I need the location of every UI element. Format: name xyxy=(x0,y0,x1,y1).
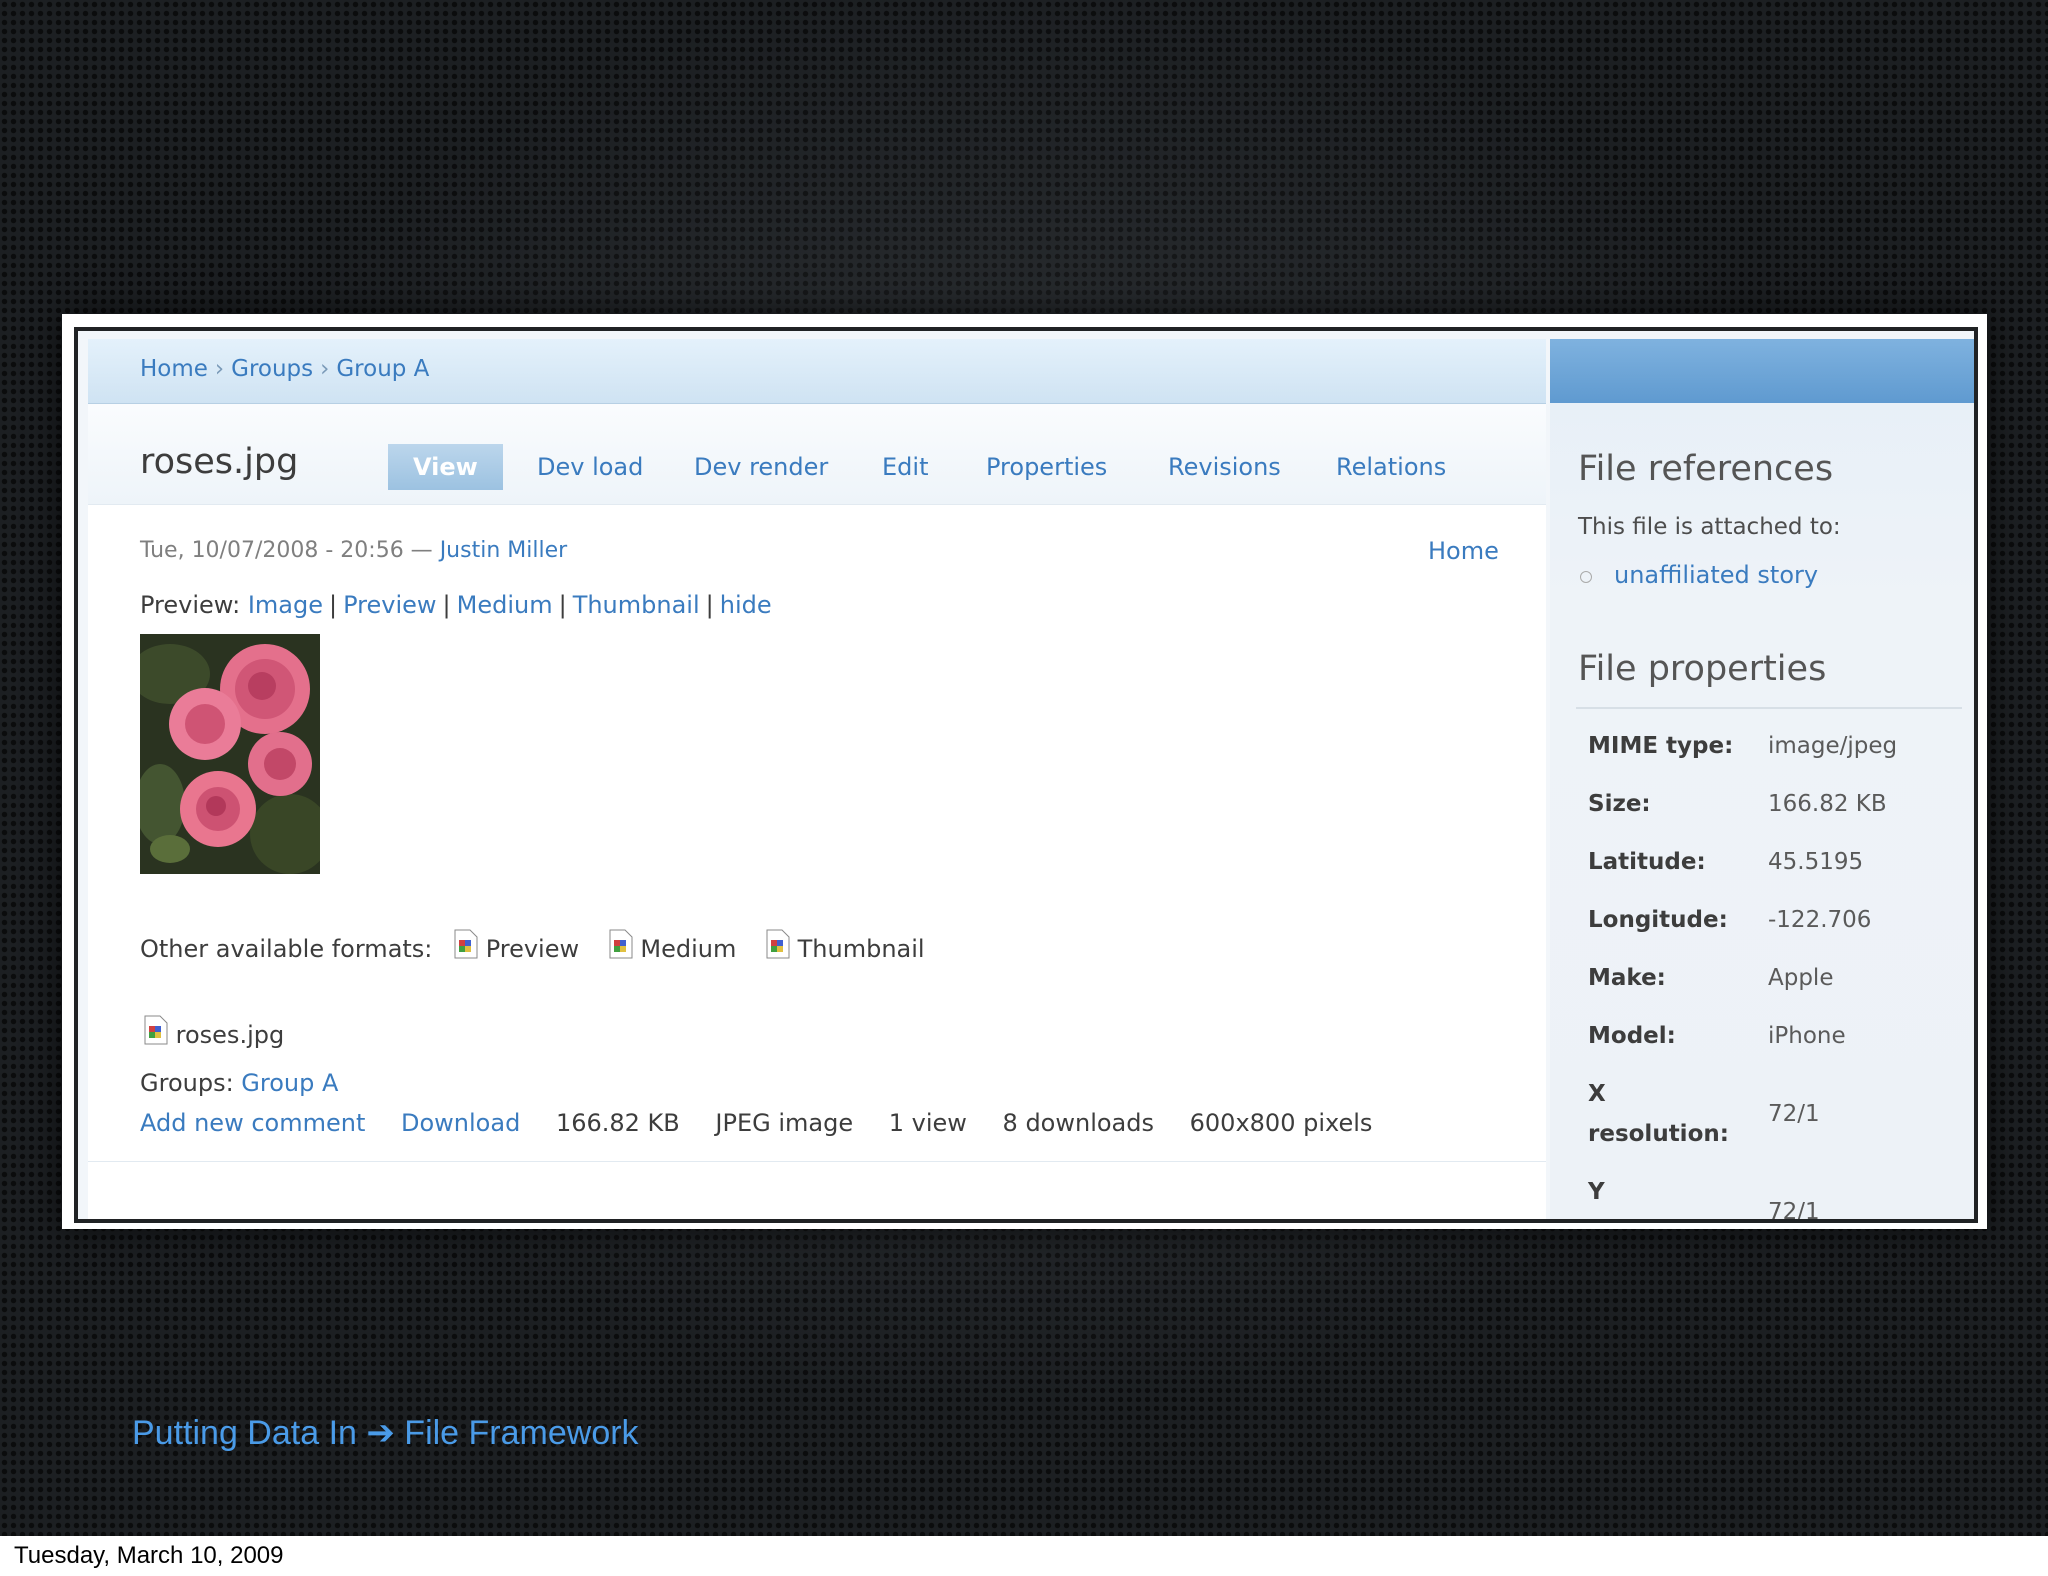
property-value: 45.5195 xyxy=(1768,849,1864,875)
property-value: Apple xyxy=(1768,965,1834,991)
footer-date: Tuesday, March 10, 2009 xyxy=(14,1542,284,1569)
property-key: Y resolution: xyxy=(1588,1179,1605,1205)
property-key: MIME type: xyxy=(1588,733,1734,759)
file-name: roses.jpg xyxy=(175,1021,285,1049)
slide-background: Home › Groups › Group A roses.jpg View Dev l… xyxy=(0,0,2048,1536)
property-row: Latitude: 45.5195 xyxy=(1576,833,1966,891)
groups-label: Groups: xyxy=(140,1069,234,1097)
bullet-icon xyxy=(1580,571,1592,583)
property-value: -122.706 xyxy=(1768,907,1872,933)
format-medium-label: Medium xyxy=(640,935,737,963)
title-bar: roses.jpg View Dev load Dev render Edit … xyxy=(88,404,1546,505)
format-thumbnail-link[interactable]: Thumbnail xyxy=(766,929,925,963)
rose-image-preview[interactable] xyxy=(140,634,320,874)
download-link[interactable]: Download xyxy=(401,1109,520,1137)
file-type: JPEG image xyxy=(715,1109,854,1137)
breadcrumb: Home › Groups › Group A xyxy=(140,356,429,382)
property-key: X resolution: xyxy=(1588,1081,1729,1147)
property-value: iPhone xyxy=(1768,1023,1846,1049)
image-file-icon xyxy=(609,929,633,959)
format-preview-label: Preview xyxy=(485,935,580,963)
preview-hide-link[interactable]: hide xyxy=(720,591,772,619)
unaffiliated-story-link[interactable]: unaffiliated story xyxy=(1614,561,1818,589)
preview-label: Preview: xyxy=(140,591,241,619)
formats-label: Other available formats: xyxy=(140,935,433,963)
group-a-link[interactable]: Group A xyxy=(241,1069,338,1097)
tab-relations[interactable]: Relations xyxy=(1336,444,1446,490)
other-formats-row: Other available formats: Preview Medium … xyxy=(140,929,933,963)
breadcrumb-separator: › xyxy=(214,356,225,382)
property-value: image/jpeg xyxy=(1768,733,1898,759)
property-value: 72/1 xyxy=(1768,1199,1820,1223)
screenshot-frame: Home › Groups › Group A roses.jpg View Dev l… xyxy=(62,314,1987,1229)
attached-file[interactable]: roses.jpg xyxy=(144,1015,284,1049)
divider xyxy=(88,1161,1546,1162)
post-date: Tue, 10/07/2008 - 20:56 — xyxy=(140,538,433,563)
image-file-icon xyxy=(766,929,790,959)
property-row: Size: 166.82 KB xyxy=(1576,775,1966,833)
divider xyxy=(1576,707,1962,709)
format-preview-link[interactable]: Preview xyxy=(454,929,587,963)
property-row: Make: Apple xyxy=(1576,949,1966,1007)
property-row: Longitude: -122.706 xyxy=(1576,891,1966,949)
preview-image-link[interactable]: Image xyxy=(248,591,323,619)
property-row: X resolution: 72/1 xyxy=(1576,1065,1966,1163)
property-value: 166.82 KB xyxy=(1768,791,1887,817)
groups-row: Groups: Group A xyxy=(140,1069,338,1097)
property-row: MIME type: image/jpeg xyxy=(1576,717,1966,775)
image-file-icon xyxy=(144,1015,168,1045)
format-thumbnail-label: Thumbnail xyxy=(797,935,925,963)
breadcrumb-bar: Home › Groups › Group A xyxy=(88,339,1546,404)
preview-preview-link[interactable]: Preview xyxy=(343,591,436,619)
tab-view[interactable]: View xyxy=(388,444,503,490)
breadcrumb-separator: › xyxy=(320,356,330,382)
slide-caption: Putting Data In ➔ File Framework xyxy=(132,1414,639,1452)
tab-properties[interactable]: Properties xyxy=(986,444,1107,490)
property-key: Longitude: xyxy=(1588,907,1728,933)
property-row: Y resolution: 72/1 xyxy=(1576,1163,1966,1223)
file-properties-heading: File properties xyxy=(1578,649,1827,689)
screenshot: Home › Groups › Group A roses.jpg View Dev l… xyxy=(74,327,1978,1223)
home-link[interactable]: Home xyxy=(1428,537,1499,565)
page-title: roses.jpg xyxy=(140,442,299,482)
author-link[interactable]: Justin Miller xyxy=(440,538,567,563)
tab-revisions[interactable]: Revisions xyxy=(1168,444,1281,490)
file-references-heading: File references xyxy=(1578,449,1834,489)
breadcrumb-home[interactable]: Home xyxy=(140,356,208,382)
file-properties-table: MIME type: image/jpeg Size: 166.82 KB Lati… xyxy=(1576,717,1966,1223)
sidebar: File references This file is attached to… xyxy=(1550,339,1974,1223)
breadcrumb-groups[interactable]: Groups xyxy=(231,356,313,382)
format-medium-link[interactable]: Medium xyxy=(609,929,744,963)
download-count: 8 downloads xyxy=(1002,1109,1154,1137)
main-content: Home › Groups › Group A roses.jpg View Dev l… xyxy=(88,339,1546,1219)
preview-thumbnail-link[interactable]: Thumbnail xyxy=(573,591,700,619)
tab-edit[interactable]: Edit xyxy=(882,444,928,490)
tab-dev-load[interactable]: Dev load xyxy=(537,444,643,490)
property-key: Make: xyxy=(1588,965,1666,991)
file-size: 166.82 KB xyxy=(555,1109,680,1137)
add-comment-link[interactable]: Add new comment xyxy=(140,1109,365,1137)
image-dimensions: 600x800 pixels xyxy=(1189,1109,1373,1137)
property-row: Model: iPhone xyxy=(1576,1007,1966,1065)
image-file-icon xyxy=(454,929,478,959)
property-key: Size: xyxy=(1588,791,1651,817)
post-meta: Tue, 10/07/2008 - 20:56 — Justin Miller xyxy=(140,538,567,563)
property-value: 72/1 xyxy=(1768,1101,1820,1127)
breadcrumb-group-a[interactable]: Group A xyxy=(336,356,429,382)
preview-medium-link[interactable]: Medium xyxy=(457,591,553,619)
view-count: 1 view xyxy=(888,1109,967,1137)
sidebar-header-bar xyxy=(1550,339,1974,403)
node-links: Add new comment Download 166.82 KB JPEG … xyxy=(140,1109,1400,1137)
property-key: Latitude: xyxy=(1588,849,1706,875)
tab-dev-render[interactable]: Dev render xyxy=(694,444,828,490)
preview-row: Preview: Image | Preview | Medium | Thumbnail |… xyxy=(140,591,772,619)
property-key: Model: xyxy=(1588,1023,1676,1049)
file-references-subtitle: This file is attached to: xyxy=(1578,514,1841,540)
